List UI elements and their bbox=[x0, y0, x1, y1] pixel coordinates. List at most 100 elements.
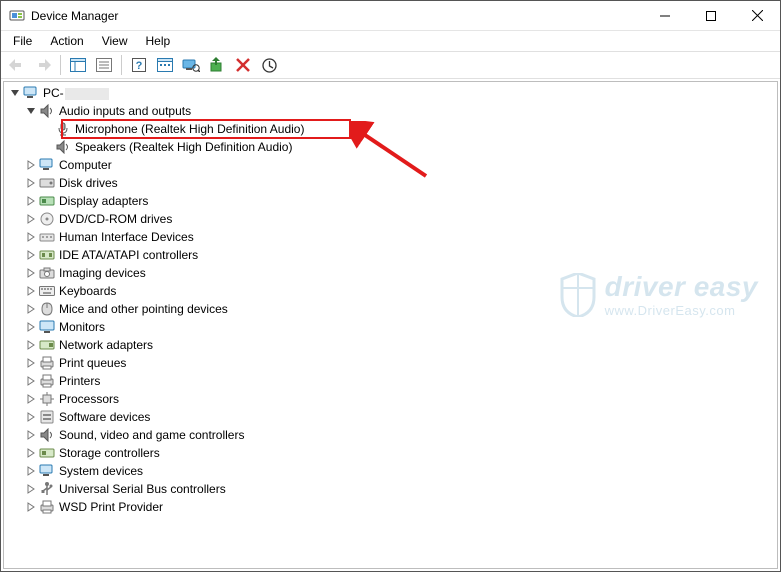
tree-node-label: Speakers (Realtek High Definition Audio) bbox=[75, 138, 292, 156]
menu-help[interactable]: Help bbox=[138, 32, 179, 50]
chevron-right-icon[interactable] bbox=[24, 176, 38, 190]
tree-node-wsd[interactable]: WSD Print Provider bbox=[4, 498, 777, 516]
minimize-button[interactable] bbox=[642, 1, 688, 31]
chevron-right-icon[interactable] bbox=[24, 428, 38, 442]
forward-button[interactable] bbox=[31, 53, 55, 77]
tree-node-keyboards[interactable]: Keyboards bbox=[4, 282, 777, 300]
tree-node-label: Print queues bbox=[59, 354, 126, 372]
usb-icon bbox=[39, 481, 55, 497]
tree-node-imaging[interactable]: Imaging devices bbox=[4, 264, 777, 282]
tree-node-root[interactable]: PC- bbox=[4, 84, 777, 102]
tree-node-label: Sound, video and game controllers bbox=[59, 426, 244, 444]
tree-node-mice[interactable]: Mice and other pointing devices bbox=[4, 300, 777, 318]
tree-node-label: Processors bbox=[59, 390, 119, 408]
tree-node-label: IDE ATA/ATAPI controllers bbox=[59, 246, 198, 264]
show-hide-console-button[interactable] bbox=[66, 53, 90, 77]
tree-node-storage[interactable]: Storage controllers bbox=[4, 444, 777, 462]
display-adapter-icon bbox=[39, 193, 55, 209]
window-title: Device Manager bbox=[31, 9, 118, 23]
tree-node-speakers[interactable]: Speakers (Realtek High Definition Audio) bbox=[4, 138, 777, 156]
chevron-right-icon[interactable] bbox=[24, 410, 38, 424]
tree-node-monitors[interactable]: Monitors bbox=[4, 318, 777, 336]
monitor-icon bbox=[39, 319, 55, 335]
update-driver-button[interactable] bbox=[205, 53, 229, 77]
tree-node-label: Storage controllers bbox=[59, 444, 160, 462]
tree-node-display[interactable]: Display adapters bbox=[4, 192, 777, 210]
maximize-button[interactable] bbox=[688, 1, 734, 31]
chevron-right-icon[interactable] bbox=[24, 464, 38, 478]
mouse-icon bbox=[39, 301, 55, 317]
tree-node-label: Mice and other pointing devices bbox=[59, 300, 228, 318]
back-button[interactable] bbox=[5, 53, 29, 77]
microphone-icon bbox=[55, 121, 71, 137]
chevron-right-icon[interactable] bbox=[24, 248, 38, 262]
chevron-right-icon[interactable] bbox=[24, 194, 38, 208]
chevron-right-icon[interactable] bbox=[24, 302, 38, 316]
device-tree-panel[interactable]: PC- Audio inputs and outputs Microphone … bbox=[3, 81, 778, 569]
tree-node-label: Software devices bbox=[59, 408, 150, 426]
tree-node-label: Disk drives bbox=[59, 174, 118, 192]
printer-icon bbox=[39, 355, 55, 371]
tree-node-printqueues[interactable]: Print queues bbox=[4, 354, 777, 372]
chevron-right-icon[interactable] bbox=[24, 482, 38, 496]
chevron-right-icon[interactable] bbox=[24, 446, 38, 460]
disable-device-button[interactable] bbox=[257, 53, 281, 77]
tree-node-label: Audio inputs and outputs bbox=[59, 102, 191, 120]
tree-node-label: Imaging devices bbox=[59, 264, 146, 282]
properties-button[interactable] bbox=[92, 53, 116, 77]
menu-action[interactable]: Action bbox=[42, 32, 91, 50]
disc-icon bbox=[39, 211, 55, 227]
printer-icon bbox=[39, 499, 55, 515]
tree-node-ide[interactable]: IDE ATA/ATAPI controllers bbox=[4, 246, 777, 264]
chevron-right-icon[interactable] bbox=[24, 266, 38, 280]
chevron-right-icon[interactable] bbox=[24, 212, 38, 226]
tree-node-hid[interactable]: Human Interface Devices bbox=[4, 228, 777, 246]
tree-node-system[interactable]: System devices bbox=[4, 462, 777, 480]
speaker-icon bbox=[55, 139, 71, 155]
chevron-right-icon[interactable] bbox=[24, 392, 38, 406]
network-adapter-icon bbox=[39, 337, 55, 353]
tree-node-processors[interactable]: Processors bbox=[4, 390, 777, 408]
tree-node-sound[interactable]: Sound, video and game controllers bbox=[4, 426, 777, 444]
tree-node-usb[interactable]: Universal Serial Bus controllers bbox=[4, 480, 777, 498]
chevron-right-icon[interactable] bbox=[24, 230, 38, 244]
tree-node-label: Microphone (Realtek High Definition Audi… bbox=[75, 120, 304, 138]
menu-view[interactable]: View bbox=[94, 32, 136, 50]
chevron-right-icon[interactable] bbox=[24, 374, 38, 388]
toolbar-separator bbox=[60, 55, 61, 75]
tree-node-label: System devices bbox=[59, 462, 143, 480]
tree-node-software[interactable]: Software devices bbox=[4, 408, 777, 426]
tree-node-label: Keyboards bbox=[59, 282, 116, 300]
uninstall-device-button[interactable] bbox=[231, 53, 255, 77]
chevron-right-icon[interactable] bbox=[24, 320, 38, 334]
chevron-right-icon[interactable] bbox=[24, 284, 38, 298]
tree-node-disk[interactable]: Disk drives bbox=[4, 174, 777, 192]
scan-hardware-button[interactable] bbox=[179, 53, 203, 77]
chevron-right-icon[interactable] bbox=[24, 338, 38, 352]
device-tree: PC- Audio inputs and outputs Microphone … bbox=[4, 82, 777, 520]
tree-node-network[interactable]: Network adapters bbox=[4, 336, 777, 354]
tree-node-label: WSD Print Provider bbox=[59, 498, 163, 516]
chevron-right-icon[interactable] bbox=[24, 158, 38, 172]
app-icon bbox=[9, 8, 25, 24]
tree-node-dvd[interactable]: DVD/CD-ROM drives bbox=[4, 210, 777, 228]
speaker-icon bbox=[39, 103, 55, 119]
chevron-down-icon[interactable] bbox=[24, 104, 38, 118]
tree-node-computer[interactable]: Computer bbox=[4, 156, 777, 174]
keyboard-icon bbox=[39, 283, 55, 299]
tree-node-label: DVD/CD-ROM drives bbox=[59, 210, 172, 228]
tree-node-microphone[interactable]: Microphone (Realtek High Definition Audi… bbox=[4, 120, 777, 138]
tree-node-label: Computer bbox=[59, 156, 112, 174]
computer-icon bbox=[39, 157, 55, 173]
computer-icon bbox=[23, 85, 39, 101]
menu-file[interactable]: File bbox=[5, 32, 40, 50]
ide-controller-icon bbox=[39, 247, 55, 263]
tree-node-audio[interactable]: Audio inputs and outputs bbox=[4, 102, 777, 120]
chevron-down-icon[interactable] bbox=[8, 86, 22, 100]
action-button[interactable] bbox=[153, 53, 177, 77]
chevron-right-icon[interactable] bbox=[24, 356, 38, 370]
close-button[interactable] bbox=[734, 1, 780, 31]
help-button[interactable]: ? bbox=[127, 53, 151, 77]
chevron-right-icon[interactable] bbox=[24, 500, 38, 514]
tree-node-printers[interactable]: Printers bbox=[4, 372, 777, 390]
